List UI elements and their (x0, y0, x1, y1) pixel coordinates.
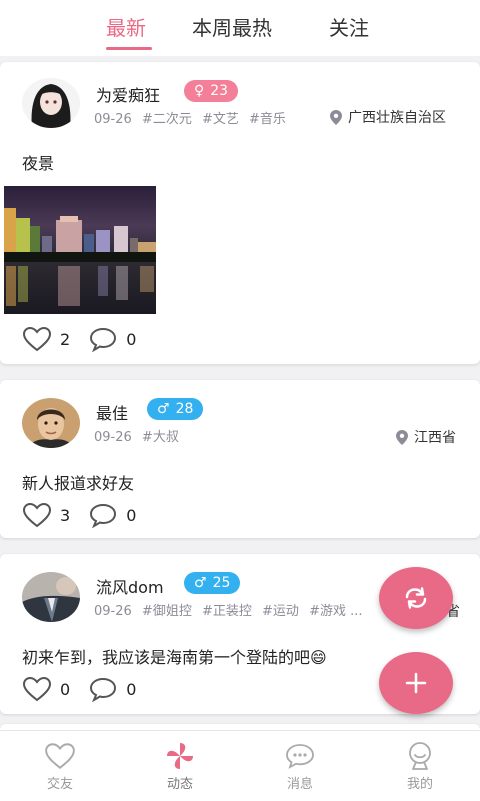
comment-count: 0 (126, 679, 137, 699)
age-gender-badge: ♀ 23 (184, 80, 239, 102)
top-tab-bar: 最新 本周最热 关注 (0, 0, 480, 56)
plus-icon (405, 672, 427, 694)
tag[interactable]: #御姐控 (142, 604, 192, 619)
user-name[interactable]: 最佳 (96, 400, 128, 424)
profile-icon (409, 742, 431, 770)
location-pin-icon (330, 109, 342, 125)
age-value: 23 (210, 83, 229, 99)
like-heart-icon[interactable] (22, 502, 52, 528)
tab-weekly-hot[interactable]: 本周最热 (192, 12, 272, 41)
post-meta: 09-26 #御姐控 #正装控 #运动 #游戏 ... (94, 600, 369, 619)
post-actions: 0 0 (22, 676, 154, 702)
tag[interactable]: #文艺 (202, 112, 239, 127)
nav-item-me[interactable]: 我的 (380, 739, 460, 792)
bottom-nav: 交友 动态 消息 我的 (0, 730, 480, 801)
chat-icon (286, 744, 314, 769)
post-image[interactable] (4, 186, 156, 314)
tag[interactable]: #正装控 (202, 604, 252, 619)
comment-bubble-icon[interactable] (88, 326, 118, 352)
tag[interactable]: #游戏 ... (309, 604, 362, 619)
pinwheel-icon (167, 743, 193, 769)
post-card[interactable]: 最佳 ♂ 28 09-26 #大叔 江西省 新人报道求好友 3 0 (0, 380, 480, 538)
post-actions: 3 0 (22, 502, 154, 528)
heart-icon (45, 743, 75, 769)
post-date: 09-26 (94, 430, 132, 445)
nav-label: 我的 (406, 777, 433, 792)
nav-item-moments[interactable]: 动态 (140, 739, 220, 792)
post-content: 新人报道求好友 (22, 474, 135, 493)
like-heart-icon[interactable] (22, 326, 52, 352)
post-card[interactable]: 为爱痴狂 ♀ 23 09-26 #二次元 #文艺 #音乐 广西壮族自治区 夜景 (0, 62, 480, 364)
tag[interactable]: #二次元 (142, 112, 192, 127)
add-post-button[interactable] (379, 652, 453, 714)
age-gender-badge: ♂ 25 (184, 572, 241, 594)
refresh-button[interactable] (379, 567, 453, 629)
user-name[interactable]: 流风dom (96, 574, 164, 598)
tag[interactable]: #音乐 (249, 112, 286, 127)
location: 广西壮族自治区 (330, 107, 446, 127)
nav-label: 交友 (46, 777, 73, 792)
male-icon: ♂ (157, 401, 170, 417)
post-date: 09-26 (94, 112, 132, 127)
location: 江西省 (396, 427, 456, 447)
nav-item-messages[interactable]: 消息 (260, 739, 340, 792)
comment-count: 0 (126, 329, 137, 349)
nav-label: 动态 (166, 777, 193, 792)
tag[interactable]: #大叔 (142, 430, 179, 445)
location-text: 江西省 (414, 430, 456, 446)
location-pin-icon (396, 429, 408, 445)
user-name[interactable]: 为爱痴狂 (96, 82, 160, 106)
like-heart-icon[interactable] (22, 676, 52, 702)
like-count: 2 (60, 329, 71, 349)
tab-latest[interactable]: 最新 (106, 12, 146, 41)
age-gender-badge: ♂ 28 (147, 398, 204, 420)
like-count: 3 (60, 505, 71, 525)
post-actions: 2 0 (22, 326, 154, 352)
comment-bubble-icon[interactable] (88, 502, 118, 528)
age-value: 25 (212, 575, 231, 591)
active-tab-indicator (106, 47, 152, 50)
comment-bubble-icon[interactable] (88, 676, 118, 702)
post-date: 09-26 (94, 604, 132, 619)
post-meta: 09-26 #二次元 #文艺 #音乐 (94, 108, 292, 127)
post-meta: 09-26 #大叔 (94, 426, 185, 445)
avatar[interactable] (22, 398, 80, 448)
like-count: 0 (60, 679, 71, 699)
location-text: 广西壮族自治区 (348, 110, 446, 126)
comment-count: 0 (126, 505, 137, 525)
age-value: 28 (175, 401, 194, 417)
tab-following[interactable]: 关注 (329, 12, 369, 41)
avatar[interactable] (22, 78, 80, 128)
post-content: 夜景 (22, 154, 55, 173)
avatar[interactable] (22, 572, 80, 622)
tag[interactable]: #运动 (262, 604, 299, 619)
post-content: 初来乍到，我应该是海南第一个登陆的吧😄 (22, 648, 327, 667)
nav-item-friends[interactable]: 交友 (20, 739, 100, 792)
refresh-icon (405, 587, 427, 609)
female-icon: ♀ (194, 83, 205, 99)
male-icon: ♂ (194, 575, 207, 591)
nav-label: 消息 (286, 777, 313, 792)
